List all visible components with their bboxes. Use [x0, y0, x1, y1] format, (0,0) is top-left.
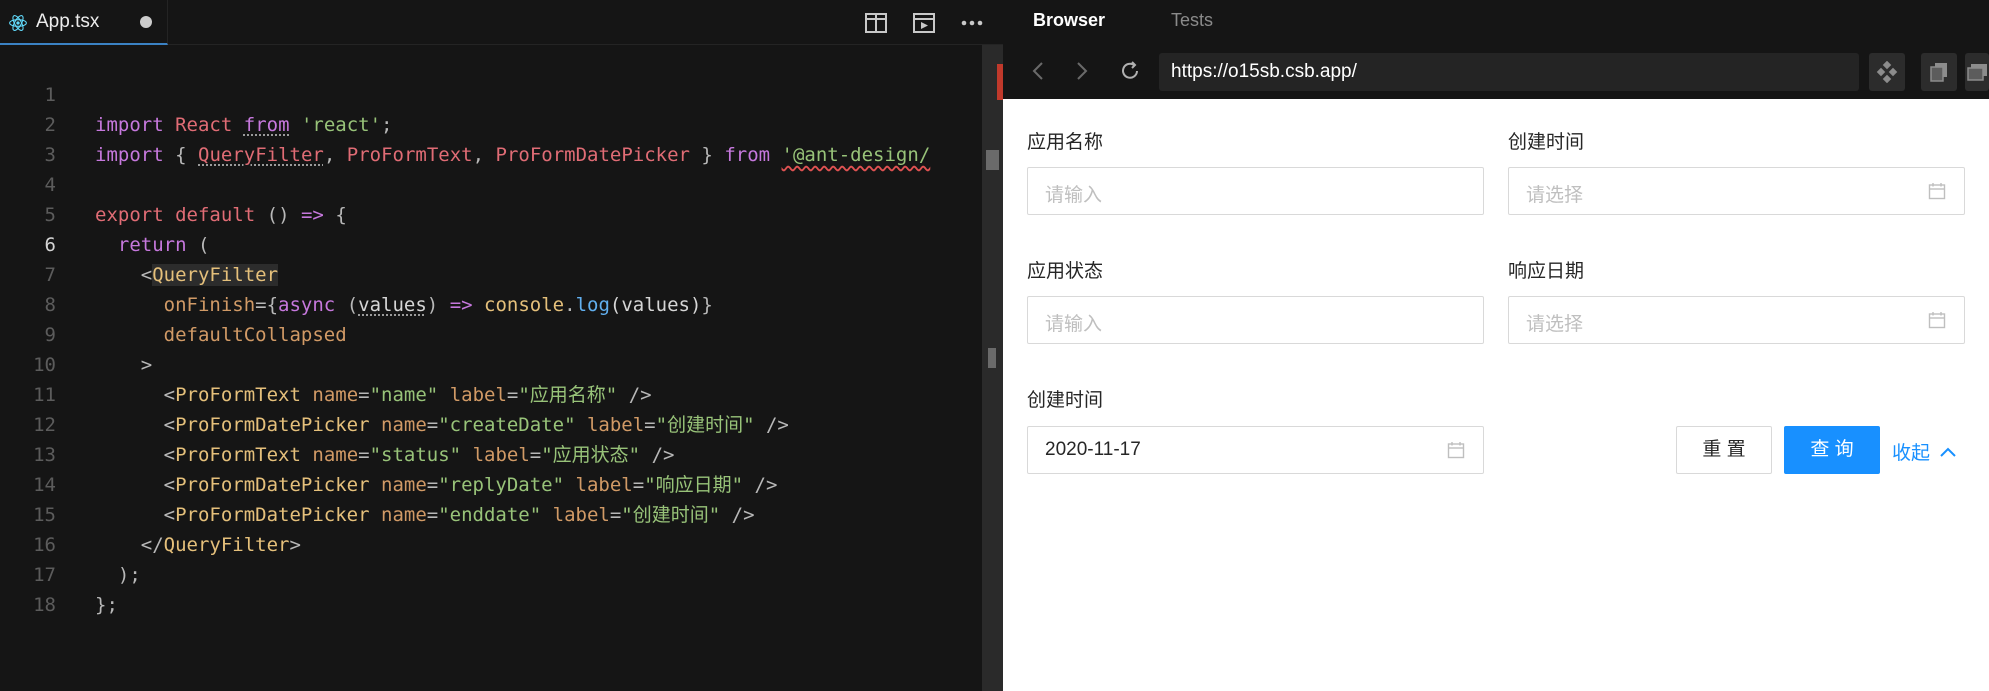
code-line[interactable]: 9 >	[0, 290, 982, 376]
code-line[interactable]: 17 };	[0, 530, 982, 616]
placeholder: 请选择	[1526, 185, 1584, 206]
editor-tab-bar: App.tsx	[0, 0, 1003, 45]
app-name-input[interactable]: 请输入	[1027, 167, 1484, 215]
code-token: };	[95, 594, 118, 616]
end-date-picker[interactable]: 2020-11-17	[1027, 426, 1484, 474]
preview-page: 应用名称 请输入 创建时间 请选择 应用状态 请输入 响应日期 请选择 创建时间…	[1003, 99, 1989, 691]
reply-date-picker[interactable]: 请选择	[1508, 296, 1965, 344]
code-line[interactable]: 8 defaultCollapsed	[0, 260, 982, 346]
code-line[interactable]: 16 );	[0, 500, 982, 586]
code-line[interactable]: 10 <ProFormText name="name" label="应用名称"…	[0, 320, 982, 406]
back-icon[interactable]	[1025, 58, 1051, 84]
field-label-app-status: 应用状态	[1027, 261, 1104, 282]
tab-tests[interactable]: Tests	[1171, 10, 1213, 31]
code-line[interactable]: 15 </QueryFilter>	[0, 470, 982, 556]
forward-icon[interactable]	[1069, 58, 1095, 84]
code-area[interactable]: 1 import React from 'react'; 2 import { …	[0, 45, 982, 691]
query-button[interactable]: 查 询	[1784, 426, 1880, 474]
field-label-create-date: 创建时间	[1508, 132, 1585, 153]
editor-scroll-marker	[988, 348, 996, 368]
code-line[interactable]: 12 <ProFormText name="status" label="应用状…	[0, 380, 982, 466]
split-editor-icon[interactable]	[863, 10, 889, 36]
url-bar[interactable]: https://o15sb.csb.app/	[1159, 53, 1859, 91]
code-line[interactable]: 3	[0, 110, 982, 166]
code-line[interactable]: 18	[0, 560, 982, 616]
calendar-icon	[1928, 183, 1946, 200]
tab-browser[interactable]: Browser	[1033, 10, 1105, 31]
placeholder: 请输入	[1045, 185, 1103, 206]
editor-actions	[863, 0, 985, 45]
code-line[interactable]: 2 import { QueryFilter, ProFormText, Pro…	[0, 80, 982, 166]
calendar-icon	[1928, 312, 1946, 329]
more-icon[interactable]	[959, 10, 985, 36]
field-label-end-date: 创建时间	[1027, 390, 1104, 411]
collapse-toggle[interactable]: 收起	[1892, 438, 1956, 465]
code-line[interactable]: 13 <ProFormDatePicker name="replyDate" l…	[0, 410, 982, 496]
code-line[interactable]: 4 export default () => {	[0, 140, 982, 226]
code-line[interactable]: 5 return (	[0, 170, 982, 256]
code-line[interactable]: 11 <ProFormDatePicker name="createDate" …	[0, 350, 982, 436]
editor-scroll-thumb[interactable]	[986, 150, 999, 170]
line-number: 18	[33, 594, 56, 616]
code-line[interactable]: 1 import React from 'react';	[0, 50, 982, 136]
create-date-picker[interactable]: 请选择	[1508, 167, 1965, 215]
react-icon	[9, 15, 27, 31]
editor-scrollbar[interactable]	[982, 45, 1003, 691]
code-editor-pane: App.tsx 1 import React from 'react'; 2 i…	[0, 0, 1003, 691]
placeholder: 请选择	[1526, 314, 1584, 335]
copy-icon[interactable]	[1921, 53, 1957, 91]
browser-pane: Browser Tests https://o15sb.csb.app/ 应用名…	[1003, 0, 1989, 691]
url-text: https://o15sb.csb.app/	[1171, 61, 1357, 82]
code-line[interactable]: 14 <ProFormDatePicker name="enddate" lab…	[0, 440, 982, 526]
refresh-icon[interactable]	[1117, 58, 1143, 84]
unsaved-dot-icon[interactable]	[140, 16, 152, 28]
file-tab-app-tsx[interactable]: App.tsx	[0, 0, 168, 45]
preview-icon[interactable]	[911, 10, 937, 36]
app-status-input[interactable]: 请输入	[1027, 296, 1484, 344]
field-label-reply-date: 响应日期	[1508, 261, 1585, 282]
collapse-label: 收起	[1892, 443, 1931, 464]
tab-filename: App.tsx	[36, 11, 100, 32]
reset-button[interactable]: 重 置	[1676, 426, 1772, 474]
date-value: 2020-11-17	[1045, 439, 1141, 460]
chevron-up-icon	[1940, 447, 1956, 457]
calendar-icon	[1447, 442, 1465, 459]
field-label-app-name: 应用名称	[1027, 132, 1104, 153]
code-line-active[interactable]: 6 <QueryFilter	[0, 200, 982, 286]
placeholder: 请输入	[1045, 314, 1103, 335]
browser-toolbar: Browser Tests https://o15sb.csb.app/	[1003, 0, 1989, 99]
devtools-icon[interactable]	[1869, 53, 1905, 91]
windows-icon[interactable]	[1965, 53, 1989, 91]
code-line[interactable]: 7 onFinish={async (values) => console.lo…	[0, 230, 982, 316]
